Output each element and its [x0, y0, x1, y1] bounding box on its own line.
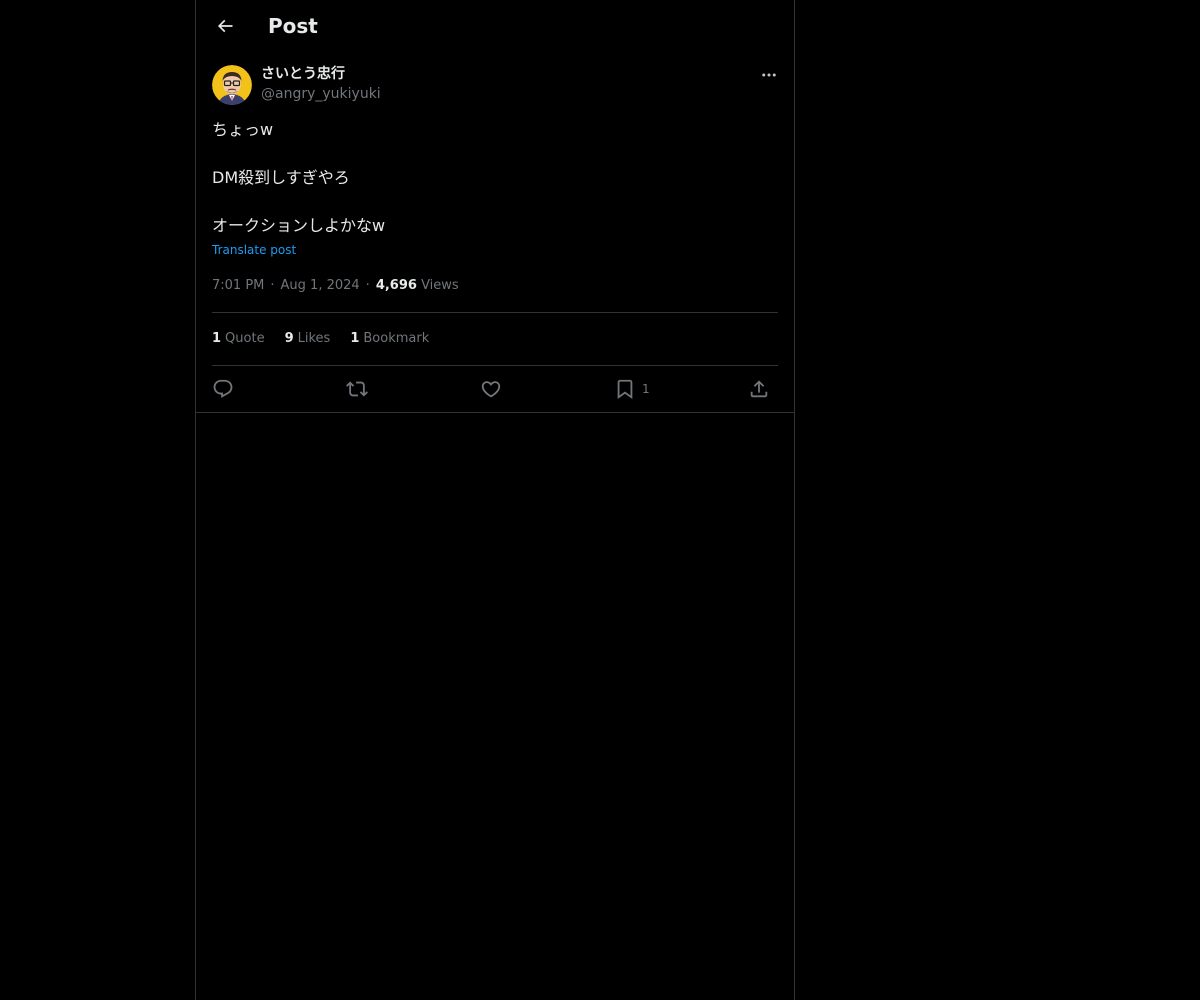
page-title: Post: [268, 14, 318, 38]
likes-stat[interactable]: 9 Likes: [285, 329, 331, 349]
post-header: Post: [196, 0, 794, 53]
repost-icon: [346, 381, 368, 397]
more-options-button[interactable]: [756, 64, 782, 86]
likes-count: 9: [284, 331, 294, 346]
post-time[interactable]: 7:01 PM: [212, 278, 264, 293]
avatar-image: [212, 65, 252, 105]
back-button[interactable]: [208, 9, 242, 43]
likes-label: Likes: [297, 331, 331, 346]
quotes-stat[interactable]: 1 Quote: [212, 329, 265, 349]
share-icon: [750, 380, 768, 398]
bookmark-button[interactable]: 1: [614, 376, 650, 402]
views-count: 4,696: [375, 278, 417, 293]
post-metadata: 7:01 PM · Aug 1, 2024 · 4,696 Views: [212, 276, 459, 296]
heart-icon: [481, 381, 501, 398]
separator: ·: [365, 278, 370, 293]
post-text-line: オークションしよかなw: [212, 216, 386, 235]
bookmark-icon: [617, 379, 633, 400]
quotes-label: Quote: [225, 331, 265, 346]
author-display-name[interactable]: さいとう忠行: [261, 64, 381, 84]
author-info: さいとう忠行 @angry_yukiyuki: [261, 64, 381, 104]
bookmarks-stat[interactable]: 1 Bookmark: [350, 329, 429, 349]
bookmark-count: 1: [642, 382, 650, 396]
post-stats: 1 Quote 9 Likes 1 Bookmark: [212, 329, 449, 349]
bookmarks-count: 1: [350, 331, 360, 346]
post-actions: 1: [212, 366, 778, 412]
avatar[interactable]: [212, 65, 252, 105]
post-text-line: ちょっw: [212, 120, 274, 139]
repost-button[interactable]: [346, 376, 368, 402]
post-date[interactable]: Aug 1, 2024: [281, 278, 360, 293]
share-button[interactable]: [748, 376, 770, 402]
reply-icon: [213, 379, 233, 398]
author-handle[interactable]: @angry_yukiyuki: [261, 84, 381, 104]
translate-post-link[interactable]: Translate post: [212, 242, 296, 258]
arrow-left-icon: [217, 19, 233, 33]
post-bottom-border: [196, 412, 794, 413]
views-label: Views: [421, 278, 459, 293]
more-horizontal-icon: [762, 73, 776, 77]
separator: ·: [270, 278, 275, 293]
reply-button[interactable]: [212, 376, 234, 402]
divider: [212, 312, 778, 313]
bookmarks-label: Bookmark: [363, 331, 430, 346]
like-button[interactable]: [480, 376, 502, 402]
quotes-count: 1: [212, 331, 222, 346]
post-text: ちょっw DM殺到しすぎやろ オークションしよかなw: [212, 118, 772, 238]
post-column: Post さいとう忠行 @angry_yukiyuki ちょっw DM殺到しすぎ…: [195, 0, 795, 1000]
post-text-line: DM殺到しすぎやろ: [212, 168, 350, 187]
